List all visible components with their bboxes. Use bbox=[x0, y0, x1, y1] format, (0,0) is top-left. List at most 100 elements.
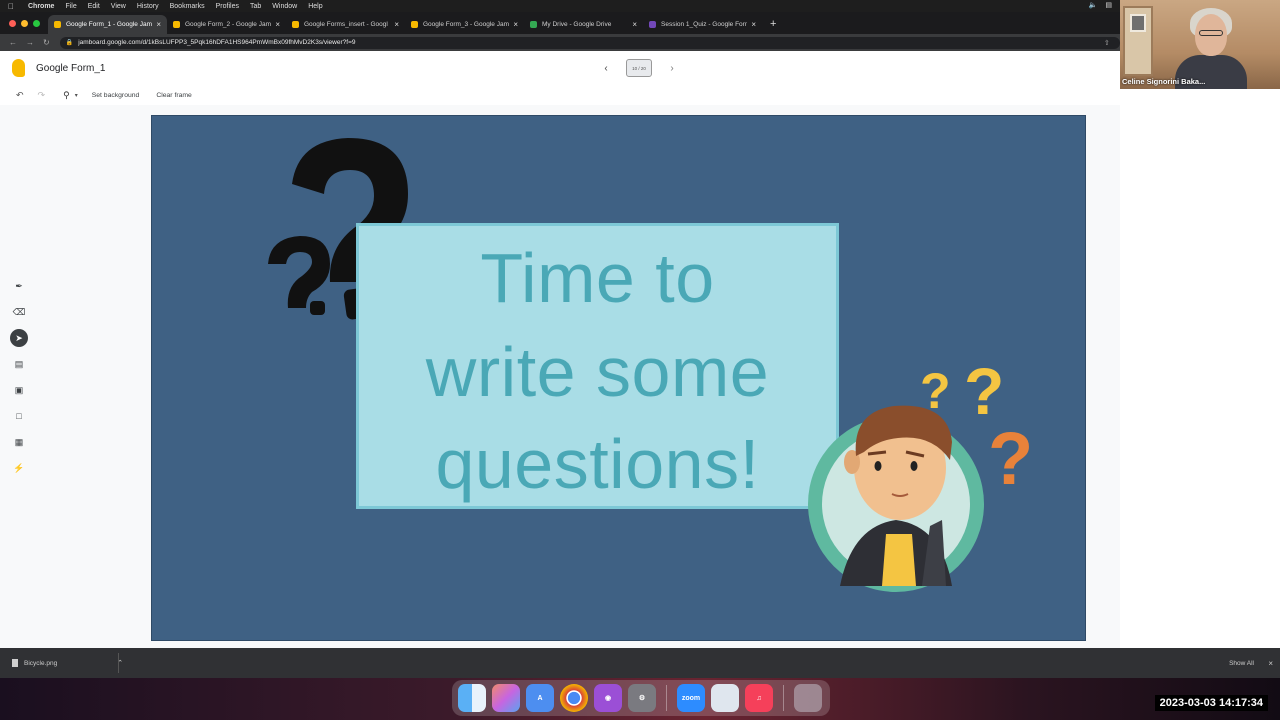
zoom-dropdown-chevron-icon[interactable]: ▾ bbox=[75, 92, 78, 99]
select-pointer-icon[interactable]: ➤ bbox=[10, 329, 28, 347]
person-glasses bbox=[1199, 30, 1223, 36]
trash-icon[interactable] bbox=[794, 684, 822, 712]
close-tab-icon[interactable]: × bbox=[156, 20, 161, 29]
divider bbox=[118, 653, 119, 673]
dock-divider bbox=[666, 685, 667, 711]
menu-help[interactable]: Help bbox=[308, 3, 322, 10]
background-picture bbox=[1130, 14, 1146, 32]
url-text: jamboard.google.com/d/1kBsLUFPP3_5Pqk16h… bbox=[78, 39, 356, 46]
system-preferences-icon[interactable]: ⚙ bbox=[628, 684, 656, 712]
previous-frame-icon[interactable]: ‹ bbox=[600, 63, 612, 74]
menu-tab[interactable]: Tab bbox=[250, 3, 261, 10]
close-tab-icon[interactable]: × bbox=[632, 20, 637, 29]
downloads-bar: Bicycle.png ⌃ Show All × bbox=[0, 648, 1280, 678]
menu-chrome[interactable]: Chrome bbox=[28, 3, 54, 10]
tool-rail: ✒ ⌫ ➤ ▤ ▣ □ ▦ ⚡ bbox=[9, 277, 29, 477]
sticky-note-icon[interactable]: ▤ bbox=[10, 355, 28, 373]
download-item[interactable]: Bicycle.png bbox=[12, 659, 57, 667]
mac-dock: A ◉ ⚙ zoom ♫ bbox=[452, 680, 830, 716]
share-icon[interactable]: ⇧ bbox=[1104, 39, 1110, 47]
show-all-button[interactable]: Show All bbox=[1229, 660, 1254, 667]
jamboard-favicon-icon bbox=[411, 21, 418, 28]
download-file-name: Bicycle.png bbox=[24, 659, 58, 667]
circle-shape-icon[interactable]: □ bbox=[10, 407, 28, 425]
menu-view[interactable]: View bbox=[111, 3, 126, 10]
jamboard-favicon-icon bbox=[173, 21, 180, 28]
document-title[interactable]: Google Form_1 bbox=[36, 63, 105, 74]
close-tab-icon[interactable]: × bbox=[394, 20, 399, 29]
minimize-window-button[interactable] bbox=[21, 20, 28, 27]
pen-icon[interactable]: ✒ bbox=[10, 277, 28, 295]
jamboard-favicon-icon bbox=[292, 21, 299, 28]
browser-tab[interactable]: Google Form_1 - Google Jamb × bbox=[48, 15, 167, 34]
frame-navigator: ‹ 10 / 20 › bbox=[600, 59, 678, 77]
jamboard-favicon-icon bbox=[54, 21, 61, 28]
browser-tab[interactable]: Session 1_Quiz - Google Form × bbox=[643, 15, 762, 34]
browser-tab[interactable]: Google Forms_insert - Googl × bbox=[286, 15, 405, 34]
jamboard-frame[interactable]: Time to write some questions! ? ? ? bbox=[151, 115, 1086, 641]
reload-icon[interactable]: ↻ bbox=[43, 38, 50, 47]
chrome-icon[interactable] bbox=[560, 684, 588, 712]
menu-profiles[interactable]: Profiles bbox=[216, 3, 239, 10]
tab-title: Google Forms_insert - Googl bbox=[304, 21, 388, 28]
menubar-status-icons: 🔈 ▤ bbox=[1089, 1, 1112, 9]
browser-tab-strip: Google Form_1 - Google Jamb × Google For… bbox=[0, 12, 1120, 34]
clear-frame-button[interactable]: Clear frame bbox=[156, 92, 192, 99]
laser-icon[interactable]: ⚡ bbox=[10, 459, 28, 477]
back-arrow-icon[interactable]: ← bbox=[9, 38, 17, 47]
forward-arrow-icon[interactable]: → bbox=[26, 38, 34, 47]
volume-icon[interactable]: 🔈 bbox=[1089, 1, 1098, 9]
zoom-icon[interactable]: ⚲ bbox=[63, 90, 70, 101]
character-illustration: ? ? ? bbox=[808, 354, 1033, 592]
close-icon[interactable]: × bbox=[1268, 659, 1273, 668]
podcasts-icon[interactable]: ◉ bbox=[594, 684, 622, 712]
finder-icon[interactable] bbox=[458, 684, 486, 712]
menu-file[interactable]: File bbox=[65, 3, 76, 10]
tab-title: Google Form_2 - Google Jamb bbox=[185, 21, 272, 28]
eraser-icon[interactable]: ⌫ bbox=[10, 303, 28, 321]
tab-title: My Drive - Google Drive bbox=[542, 21, 612, 28]
close-tab-icon[interactable]: × bbox=[275, 20, 280, 29]
browser-tab[interactable]: Google Form_3 - Google Jamb × bbox=[405, 15, 524, 34]
launchpad-icon[interactable] bbox=[492, 684, 520, 712]
browser-tab[interactable]: Google Form_2 - Google Jamb × bbox=[167, 15, 286, 34]
keyboard-icon[interactable]: ▤ bbox=[1105, 1, 1112, 9]
close-tab-icon[interactable]: × bbox=[513, 20, 518, 29]
dock-divider bbox=[783, 685, 784, 711]
webcam-video: Celine Signorini Baka... bbox=[1120, 0, 1280, 89]
jamboard-logo-icon[interactable] bbox=[12, 59, 25, 77]
app-store-icon[interactable]: A bbox=[526, 684, 554, 712]
add-image-icon[interactable]: ▣ bbox=[10, 381, 28, 399]
tab-title: Google Form_1 - Google Jamb bbox=[66, 21, 153, 28]
maximize-window-button[interactable] bbox=[33, 20, 40, 27]
menu-history[interactable]: History bbox=[137, 3, 159, 10]
undo-icon[interactable]: ↶ bbox=[16, 90, 24, 101]
text-box-icon[interactable]: ▦ bbox=[10, 433, 28, 451]
jamboard-header: Google Form_1 ‹ 10 / 20 › bbox=[0, 51, 1120, 86]
music-icon[interactable]: ♫ bbox=[745, 684, 773, 712]
address-bar-row: ← → ↻ 🔒 jamboard.google.com/d/1kBsLUFPP3… bbox=[0, 34, 1120, 51]
redo-icon[interactable]: ↷ bbox=[38, 90, 46, 101]
apple-icon[interactable]:  bbox=[8, 2, 20, 11]
orange-question-mark-icon: ? bbox=[988, 417, 1033, 500]
browser-tab[interactable]: My Drive - Google Drive × bbox=[524, 15, 643, 34]
mac-menu-bar:  Chrome File Edit View History Bookmark… bbox=[0, 0, 1280, 12]
new-tab-button[interactable]: + bbox=[770, 18, 776, 30]
close-window-button[interactable] bbox=[9, 20, 16, 27]
zoom-icon[interactable]: zoom bbox=[677, 684, 705, 712]
url-input[interactable]: 🔒 jamboard.google.com/d/1kBsLUFPP3_5Pqk1… bbox=[59, 36, 1120, 49]
forms-favicon-icon bbox=[649, 21, 656, 28]
preview-icon[interactable] bbox=[711, 684, 739, 712]
page-right-area bbox=[1120, 89, 1280, 648]
lock-icon[interactable]: 🔒 bbox=[66, 39, 73, 46]
frame-bar-button[interactable]: 10 / 20 bbox=[626, 59, 652, 77]
jamboard-toolbar: ↶ ↷ ⚲ ▾ Set background Clear frame bbox=[0, 86, 1120, 105]
window-controls bbox=[9, 20, 40, 27]
close-tab-icon[interactable]: × bbox=[751, 20, 756, 29]
menu-bookmarks[interactable]: Bookmarks bbox=[170, 3, 205, 10]
menu-edit[interactable]: Edit bbox=[88, 3, 100, 10]
set-background-button[interactable]: Set background bbox=[92, 92, 140, 99]
next-frame-icon[interactable]: › bbox=[666, 63, 678, 74]
tab-title: Session 1_Quiz - Google Form bbox=[661, 21, 748, 28]
menu-window[interactable]: Window bbox=[272, 3, 297, 10]
